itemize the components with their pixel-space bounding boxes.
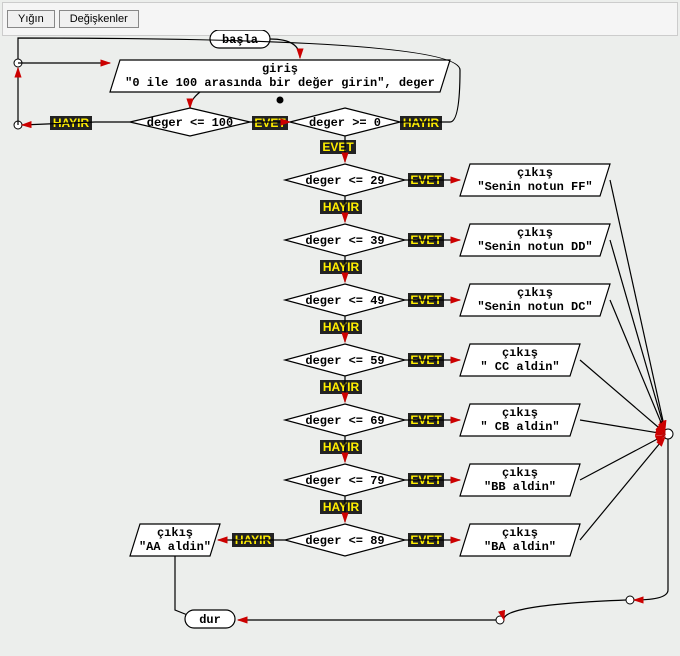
output-bb: çıkış "BB aldin" xyxy=(460,464,580,496)
start-node: başla xyxy=(210,30,270,48)
flowchart: başla giriş "0 ile 100 arasında bir değe… xyxy=(0,30,680,656)
decision-69: deger <= 69 xyxy=(285,404,405,436)
svg-text:dur: dur xyxy=(199,613,221,627)
label-evet-2: EVET xyxy=(320,140,356,154)
svg-text:HAYIR: HAYIR xyxy=(323,320,360,334)
decision-100: deger <= 100 xyxy=(130,108,250,136)
svg-text:deger <= 69: deger <= 69 xyxy=(305,414,384,428)
svg-text:HAYIR: HAYIR xyxy=(323,500,360,514)
label-evet-1: EVET xyxy=(252,116,288,130)
svg-text:HAYIR: HAYIR xyxy=(323,260,360,274)
decision-79: deger <= 79 xyxy=(285,464,405,496)
svg-text:HAYIR: HAYIR xyxy=(323,200,360,214)
output-cc: çıkış " CC aldin" xyxy=(460,344,580,376)
svg-text:HAYIR: HAYIR xyxy=(403,116,440,130)
svg-text:"BA aldin": "BA aldin" xyxy=(484,540,556,554)
output-aa: çıkış "AA aldin" xyxy=(130,524,220,556)
svg-text:"Senin notun FF": "Senin notun FF" xyxy=(477,180,592,194)
decision-0: deger >= 0 xyxy=(290,108,400,136)
svg-text:"Senin notun DD": "Senin notun DD" xyxy=(477,240,592,254)
svg-text:deger <= 29: deger <= 29 xyxy=(305,174,384,188)
svg-text:"BB aldin": "BB aldin" xyxy=(484,480,556,494)
svg-text:EVET: EVET xyxy=(254,116,286,130)
decision-89: deger <= 89 xyxy=(285,524,405,556)
input-node: giriş "0 ile 100 arasında bir değer giri… xyxy=(110,60,450,92)
svg-text:çıkış: çıkış xyxy=(157,526,193,540)
svg-text:deger <= 89: deger <= 89 xyxy=(305,534,384,548)
svg-text:çıkış: çıkış xyxy=(502,406,538,420)
output-dc: çıkış "Senin notun DC" xyxy=(460,284,610,316)
label-hayir-2: HAYIR xyxy=(400,116,442,130)
svg-text:çıkış: çıkış xyxy=(502,466,538,480)
output-dd: çıkış "Senin notun DD" xyxy=(460,224,610,256)
svg-text:EVET: EVET xyxy=(322,140,354,154)
output-ff: çıkış "Senin notun FF" xyxy=(460,164,610,196)
decision-29: deger <= 29 xyxy=(285,164,405,196)
stack-button[interactable]: Yığın xyxy=(7,10,55,28)
svg-text:"AA aldin": "AA aldin" xyxy=(139,540,211,554)
svg-text:deger <= 100: deger <= 100 xyxy=(147,116,233,130)
svg-text:çıkış: çıkış xyxy=(502,526,538,540)
vars-button[interactable]: Değişkenler xyxy=(59,10,139,28)
decision-49: deger <= 49 xyxy=(285,284,405,316)
svg-text:deger <= 49: deger <= 49 xyxy=(305,294,384,308)
svg-text:deger <= 79: deger <= 79 xyxy=(305,474,384,488)
svg-text:çıkış: çıkış xyxy=(517,226,553,240)
svg-text:deger <= 39: deger <= 39 xyxy=(305,234,384,248)
svg-text:giriş: giriş xyxy=(262,62,298,76)
svg-text:" CC aldin": " CC aldin" xyxy=(480,360,559,374)
stop-node: dur xyxy=(185,610,235,628)
svg-text:HAYIR: HAYIR xyxy=(323,380,360,394)
decision-39: deger <= 39 xyxy=(285,224,405,256)
svg-text:HAYIR: HAYIR xyxy=(323,440,360,454)
svg-text:"Senin notun DC": "Senin notun DC" xyxy=(477,300,592,314)
svg-text:çıkış: çıkış xyxy=(502,346,538,360)
svg-text:çıkış: çıkış xyxy=(517,286,553,300)
output-ba: çıkış "BA aldin" xyxy=(460,524,580,556)
decision-59: deger <= 59 xyxy=(285,344,405,376)
output-cb: çıkış " CB aldin" xyxy=(460,404,580,436)
svg-text:"0 ile 100 arasında bir değer: "0 ile 100 arasında bir değer girin", de… xyxy=(125,76,435,90)
svg-text:deger <= 59: deger <= 59 xyxy=(305,354,384,368)
svg-text:" CB aldin": " CB aldin" xyxy=(480,420,559,434)
svg-text:çıkış: çıkış xyxy=(517,166,553,180)
svg-text:deger >= 0: deger >= 0 xyxy=(309,116,381,130)
